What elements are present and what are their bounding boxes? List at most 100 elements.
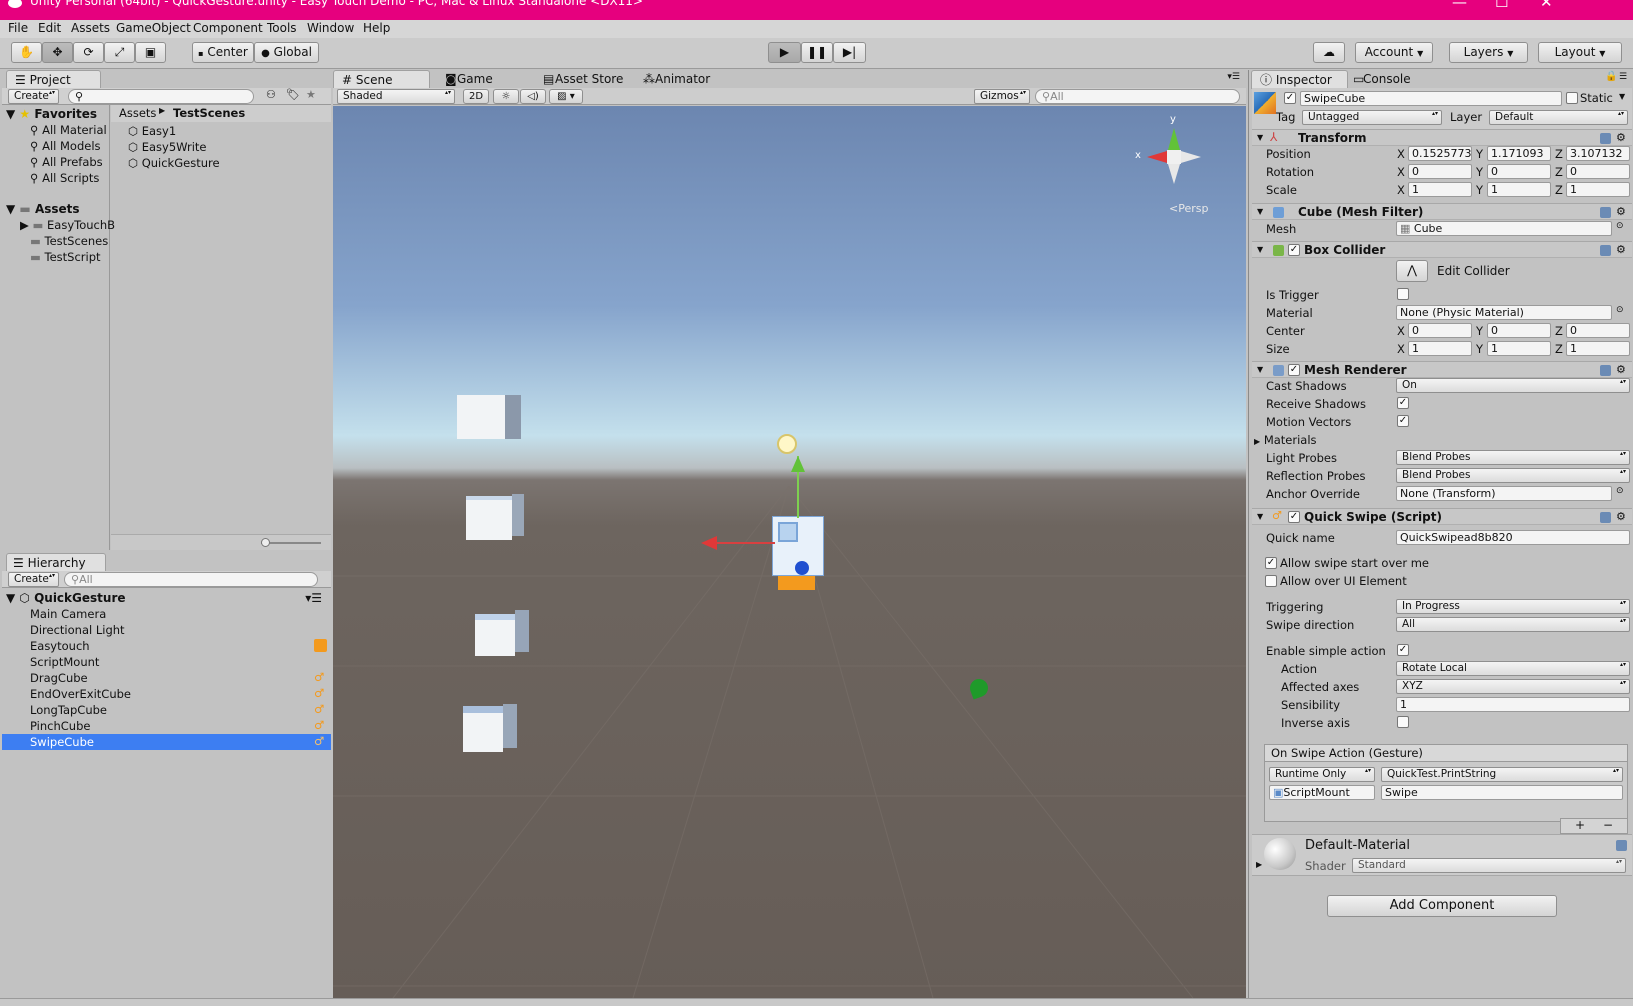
help-icon[interactable]	[1600, 207, 1611, 218]
favorite-item[interactable]: ⚲ All Scripts	[30, 171, 99, 185]
scale-tool-button[interactable]: ⤢	[104, 42, 135, 63]
simple-action-checkbox[interactable]: ✓	[1397, 644, 1409, 656]
cast-shadows-dropdown[interactable]: On	[1396, 378, 1630, 393]
static-dropdown-arrow-icon[interactable]: ▼	[1619, 92, 1625, 101]
scale-y-field[interactable]: 1	[1487, 182, 1551, 197]
function-dropdown[interactable]: QuickTest.PrintString	[1381, 767, 1623, 782]
center-z-field[interactable]: 0	[1566, 323, 1630, 338]
hierarchy-create-dropdown[interactable]: Create	[8, 572, 59, 587]
minimize-button[interactable]: —	[1452, 0, 1467, 11]
lock-icon[interactable]: 🔒	[1605, 71, 1617, 82]
orientation-gizmo[interactable]: y x	[1133, 114, 1213, 196]
scale-x-field[interactable]: 1	[1408, 182, 1472, 197]
projection-label[interactable]: <Persp	[1169, 202, 1208, 215]
gear-icon[interactable]: ⚙	[1616, 363, 1626, 376]
audio-toggle[interactable]: ◁)	[520, 89, 546, 104]
menu-assets[interactable]: Assets	[71, 21, 110, 35]
pivot-center-button[interactable]: ▪ Center	[192, 42, 254, 63]
center-x-field[interactable]: 0	[1408, 323, 1472, 338]
quick-name-input[interactable]: QuickSwipead8b820	[1396, 530, 1630, 545]
quick-swipe-header[interactable]: ▼ ♂ ✓ Quick Swipe (Script) ⚙	[1252, 508, 1632, 525]
filter-type-icon[interactable]: ⚇	[266, 88, 276, 101]
menu-component[interactable]: Component	[193, 21, 263, 35]
scene-menu-icon[interactable]: ▾☰	[305, 591, 322, 605]
rotation-y-field[interactable]: 0	[1487, 164, 1551, 179]
menu-file[interactable]: File	[8, 21, 28, 35]
lighting-toggle[interactable]: ☼	[493, 89, 519, 104]
anchor-override-field[interactable]: None (Transform)	[1396, 486, 1612, 501]
tab-asset-store[interactable]: ▤ Asset Store	[539, 70, 623, 89]
sensibility-input[interactable]: 1	[1396, 697, 1630, 712]
transform-header[interactable]: ▼ ⅄ Transform ⚙	[1252, 129, 1632, 146]
event-target-field[interactable]: ▣ScriptMount	[1269, 785, 1375, 800]
breadcrumb-testscenes[interactable]: TestScenes	[173, 106, 245, 120]
help-icon[interactable]	[1616, 840, 1627, 851]
scene-search-input[interactable]: ⚲All	[1035, 89, 1240, 104]
size-x-field[interactable]: 1	[1408, 341, 1472, 356]
size-y-field[interactable]: 1	[1487, 341, 1551, 356]
scene-file[interactable]: ⬡ Easy1	[128, 124, 176, 138]
object-picker-icon[interactable]: ⊙	[1616, 305, 1624, 315]
gear-icon[interactable]: ⚙	[1616, 205, 1626, 218]
tab-console[interactable]: ▭ Console	[1353, 70, 1411, 89]
folder-item[interactable]: ▬ TestScript	[30, 250, 101, 264]
menu-tools[interactable]: Tools	[267, 21, 297, 35]
cloud-button[interactable]: ☁	[1313, 42, 1345, 63]
hierarchy-item-main-camera[interactable]: Main Camera	[30, 607, 106, 621]
rect-tool-button[interactable]: ▣	[135, 42, 166, 63]
menu-help[interactable]: Help	[363, 21, 390, 35]
scene-viewport[interactable]: y x <Persp	[333, 106, 1246, 998]
hierarchy-item-directional-light[interactable]: Directional Light	[30, 623, 125, 637]
triggering-dropdown[interactable]: In Progress	[1396, 599, 1630, 614]
move-tool-button[interactable]: ✥	[42, 42, 73, 63]
tag-dropdown[interactable]: Untagged	[1302, 110, 1442, 125]
project-search-input[interactable]: ⚲	[68, 89, 254, 104]
object-picker-icon[interactable]: ⊙	[1616, 486, 1624, 496]
panel-menu-icon[interactable]: ▾☰	[1227, 72, 1240, 82]
slider-handle[interactable]	[261, 538, 270, 547]
endoverexit-cube[interactable]	[466, 496, 512, 540]
shading-mode-dropdown[interactable]: Shaded	[337, 89, 455, 104]
favorite-item[interactable]: ⚲ All Prefabs	[30, 155, 103, 169]
affected-axes-dropdown[interactable]: XYZ	[1396, 679, 1630, 694]
folder-item[interactable]: ▬ TestScenes	[30, 234, 108, 248]
inverse-axis-checkbox[interactable]	[1397, 716, 1409, 728]
materials-foldout[interactable]: ▶ Materials	[1254, 433, 1317, 447]
gizmo-center-cube[interactable]	[1167, 150, 1181, 164]
maximize-button[interactable]: ☐	[1495, 0, 1508, 11]
menu-gameobject[interactable]: GameObject	[116, 21, 191, 35]
layer-dropdown[interactable]: Default	[1489, 110, 1628, 125]
object-name-input[interactable]: SwipeCube	[1300, 91, 1562, 106]
object-picker-icon[interactable]: ⊙	[1616, 221, 1624, 231]
help-icon[interactable]	[1600, 512, 1611, 523]
hierarchy-item-easytouch[interactable]: Easytouch	[30, 639, 90, 653]
hand-tool-button[interactable]: ✋	[11, 42, 42, 63]
y-axis-arrow[interactable]	[791, 456, 805, 472]
event-argument-input[interactable]: Swipe	[1381, 785, 1623, 800]
allow-ui-checkbox[interactable]	[1265, 575, 1277, 587]
allow-swipe-checkbox[interactable]: ✓	[1265, 557, 1277, 569]
label-tag-icon[interactable]: 🏷	[286, 88, 300, 101]
tab-scene[interactable]: # Scene	[333, 70, 430, 89]
menu-window[interactable]: Window	[307, 21, 354, 35]
menu-edit[interactable]: Edit	[38, 21, 61, 35]
hierarchy-item-longtapcube[interactable]: LongTapCube	[30, 703, 107, 717]
add-component-button[interactable]: Add Component	[1327, 895, 1557, 917]
action-dropdown[interactable]: Rotate Local	[1396, 661, 1630, 676]
close-button[interactable]: ✕	[1540, 0, 1553, 11]
favorite-item[interactable]: ⚲ All Material	[30, 123, 107, 137]
tab-project[interactable]: ☰ Project	[6, 70, 101, 89]
assets-header[interactable]: ▼ ▬ Assets	[6, 202, 80, 216]
motion-vectors-checkbox[interactable]: ✓	[1397, 415, 1409, 427]
pivot-global-button[interactable]: ● Global	[254, 42, 319, 63]
box-collider-enabled-checkbox[interactable]: ✓	[1288, 244, 1300, 256]
collider-material-field[interactable]: None (Physic Material)	[1396, 305, 1612, 320]
tab-inspector[interactable]: ⓘ Inspector	[1251, 70, 1348, 89]
gizmos-dropdown[interactable]: Gizmos	[974, 89, 1030, 104]
mesh-renderer-header[interactable]: ▼ ✓ Mesh Renderer ⚙	[1252, 361, 1632, 378]
object-active-checkbox[interactable]: ✓	[1284, 92, 1296, 104]
favorite-item[interactable]: ⚲ All Models	[30, 139, 101, 153]
favorite-star-icon[interactable]: ★	[306, 88, 316, 101]
panel-menu-icon[interactable]: ☰	[1619, 72, 1627, 82]
directional-light-sun-icon[interactable]	[777, 434, 797, 454]
